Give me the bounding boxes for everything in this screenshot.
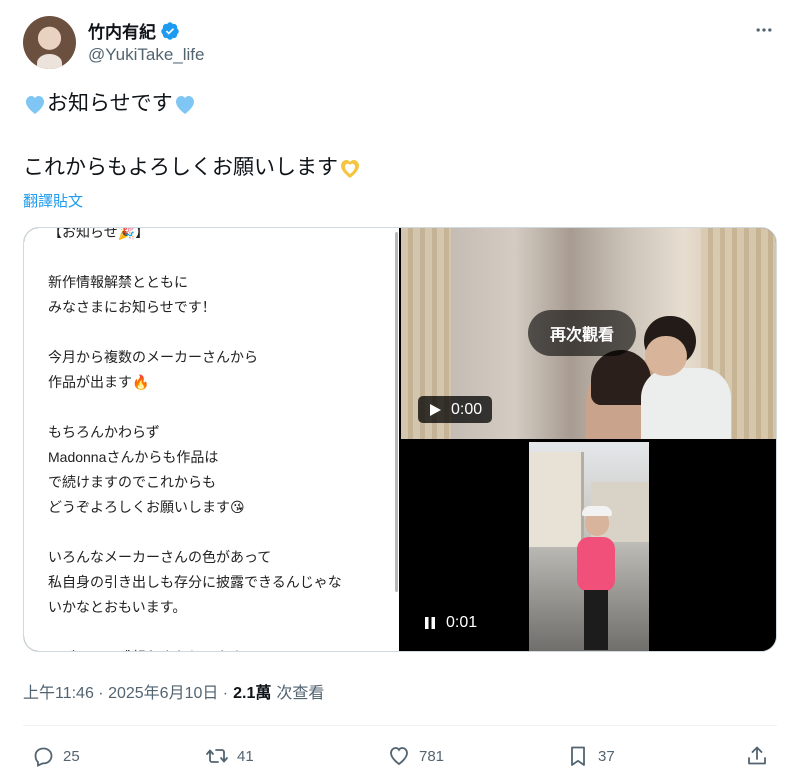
post-meta: 上午11:46 · 2025年6月10日 · 2.1萬 次查看 <box>23 679 324 703</box>
author-name-row: 竹内有紀 <box>88 18 180 43</box>
video-1[interactable]: 再次觀看 0:00 <box>401 228 776 439</box>
video-2-runner-legs <box>584 590 608 650</box>
video-2-frame <box>529 442 649 651</box>
video-1-person-man-face <box>645 336 687 376</box>
like-count: 781 <box>419 747 445 765</box>
media-grid: 【お知らせ🎉】 新作情報解禁とともに みなさまにお知らせです！ 今月から複数のメ… <box>23 227 777 652</box>
views-label: 次查看 <box>276 685 325 702</box>
translate-post-link[interactable]: 翻譯貼文 <box>23 190 83 211</box>
heart-icon <box>390 747 408 766</box>
blue-heart-icon <box>26 96 44 114</box>
video-2-pause-control[interactable]: 0:01 <box>418 609 477 636</box>
bookmark-icon <box>571 746 585 766</box>
more-options-icon[interactable] <box>752 18 776 42</box>
video-2-time: 0:01 <box>446 613 478 631</box>
share-icon <box>748 746 766 765</box>
reply-button[interactable]: 25 <box>31 743 80 769</box>
bookmark-count: 37 <box>598 747 615 765</box>
play-icon <box>430 403 441 416</box>
video-1-person-man <box>641 368 731 439</box>
repost-icon <box>206 749 228 763</box>
tweet-text-line-1: お知らせです <box>23 90 197 118</box>
like-button[interactable]: 781 <box>387 743 444 769</box>
repost-button[interactable]: 41 <box>205 743 254 769</box>
views-count: 2.1萬 <box>233 685 272 702</box>
reply-count: 25 <box>63 747 80 765</box>
video-2-house <box>529 452 584 547</box>
image-announcement-note[interactable]: 【お知らせ🎉】 新作情報解禁とともに みなさまにお知らせです！ 今月から複数のメ… <box>24 228 399 651</box>
avatar[interactable] <box>23 16 76 69</box>
reply-icon <box>34 747 53 767</box>
tweet-text-line-2: これからもよろしくお願いします <box>23 154 362 182</box>
note-scrollbar <box>395 232 398 592</box>
heart-hands-icon <box>341 160 359 178</box>
author-handle[interactable]: @YukiTake_life <box>88 45 205 65</box>
video-2-runner <box>577 537 615 592</box>
tweet-text-line-1-label: お知らせです <box>47 92 173 115</box>
video-1-play-control[interactable]: 0:00 <box>418 396 493 423</box>
author-display-name[interactable]: 竹内有紀 <box>88 18 156 43</box>
verified-badge-icon <box>161 21 179 40</box>
tweet-text-line-2-label: これからもよろしくお願いします <box>23 156 338 179</box>
share-button[interactable] <box>745 743 769 769</box>
video-2-runner-cap <box>582 506 612 516</box>
video-1-time: 0:00 <box>451 400 483 418</box>
replay-button[interactable]: 再次觀看 <box>528 310 637 356</box>
blue-heart-icon <box>175 96 194 114</box>
pause-icon <box>425 616 435 629</box>
post-timestamp[interactable]: 上午11:46 · 2025年6月10日 · <box>23 679 228 703</box>
divider <box>23 725 777 726</box>
bookmark-button[interactable]: 37 <box>566 743 615 769</box>
announcement-note-text: 【お知らせ🎉】 新作情報解禁とともに みなさまにお知らせです！ 今月から複数のメ… <box>48 228 342 651</box>
repost-count: 41 <box>237 747 254 765</box>
video-2[interactable]: 0:01 <box>401 442 776 651</box>
